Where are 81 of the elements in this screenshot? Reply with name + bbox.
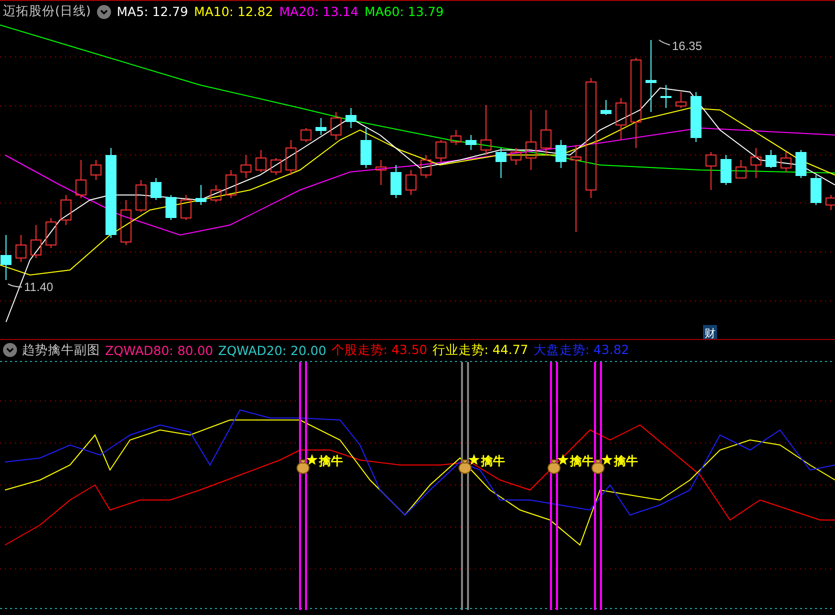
candlestick <box>390 164 402 198</box>
low-price-label: 11.40 <box>24 280 54 294</box>
candlestick <box>780 152 792 172</box>
candlestick <box>240 154 252 178</box>
candlestick <box>256 150 266 172</box>
signal-label: 擒牛 <box>570 454 594 468</box>
candlestick <box>450 130 462 146</box>
candlestick <box>180 194 192 220</box>
candlestick <box>270 158 282 176</box>
candlestick <box>480 104 492 156</box>
candlestick <box>316 118 326 136</box>
indicator-value: 个股走势: 43.50 <box>331 342 428 358</box>
candlestick <box>796 150 806 178</box>
candlestick <box>376 160 386 186</box>
candlestick <box>330 112 342 140</box>
candlestick <box>90 160 102 180</box>
leader-line <box>8 284 22 288</box>
chevron-down-icon[interactable] <box>3 343 17 357</box>
leader-line <box>658 40 670 46</box>
finance-badge[interactable]: 财 <box>704 327 716 340</box>
candlestick <box>510 148 522 166</box>
candlestick <box>210 184 222 202</box>
candlestick <box>810 174 822 206</box>
candlestick <box>690 92 702 142</box>
signal-label: 擒牛 <box>614 454 638 468</box>
candlestick <box>76 160 86 198</box>
signal-label: 擒牛 <box>319 454 343 468</box>
candlestick <box>736 160 746 178</box>
candlestick <box>0 234 12 280</box>
candlestick <box>720 154 732 186</box>
candlestick <box>226 170 236 198</box>
star-icon <box>306 454 318 465</box>
candlestick <box>300 128 312 142</box>
indicator-value: ZQWAD20: 20.00 <box>218 342 326 358</box>
candlestick <box>496 148 506 178</box>
indicator-value: ZQWAD80: 80.00 <box>105 342 214 358</box>
moving-average-value: MA60: 13.79 <box>364 4 444 19</box>
candlestick <box>346 108 356 128</box>
candlestick <box>406 170 416 196</box>
money-bag-icon <box>296 460 310 474</box>
candlestick <box>360 128 372 168</box>
candlestick <box>30 224 42 258</box>
candlestick <box>286 140 296 176</box>
candlestick <box>660 84 672 108</box>
moving-average-value: MA5: 12.79 <box>116 4 188 19</box>
candlestick <box>166 194 176 220</box>
moving-average-value: MA10: 12.82 <box>194 4 274 19</box>
candlestick <box>120 200 132 246</box>
candlestick <box>60 194 72 226</box>
indicator-value: 大盘走势: 43.82 <box>533 342 630 358</box>
high-price-label: 16.35 <box>672 39 702 53</box>
candlestick <box>46 218 56 248</box>
candlestick <box>676 92 686 108</box>
candlestick <box>436 140 446 162</box>
candlestick <box>540 110 552 156</box>
candlestick <box>600 100 612 116</box>
finance-badge-background <box>703 325 717 339</box>
money-bag-icon <box>458 460 472 474</box>
candlestick <box>766 150 776 168</box>
candlestick <box>196 184 206 206</box>
candlestick <box>750 148 762 178</box>
candlestick <box>16 234 26 262</box>
star-icon <box>601 454 613 465</box>
candlestick <box>466 134 476 150</box>
star-icon <box>557 454 569 465</box>
indicator-title: 趋势擒牛副图 <box>22 342 100 358</box>
chevron-down-icon[interactable] <box>96 4 111 18</box>
moving-average-value: MA20: 13.14 <box>279 4 358 19</box>
candlestick <box>526 110 536 170</box>
money-bag-icon <box>548 460 560 474</box>
candlestick <box>706 152 716 190</box>
candlestick <box>150 178 162 200</box>
signal-label: 擒牛 <box>481 454 505 468</box>
indicator-value: 行业走势: 44.77 <box>432 342 528 358</box>
chart-title: 迈拓股份(日线) <box>3 3 91 20</box>
candlestick <box>420 154 432 178</box>
candlestick <box>556 140 566 168</box>
star-icon <box>468 454 480 465</box>
candlestick <box>616 98 626 140</box>
candlestick <box>826 194 835 210</box>
candlestick <box>136 180 146 212</box>
